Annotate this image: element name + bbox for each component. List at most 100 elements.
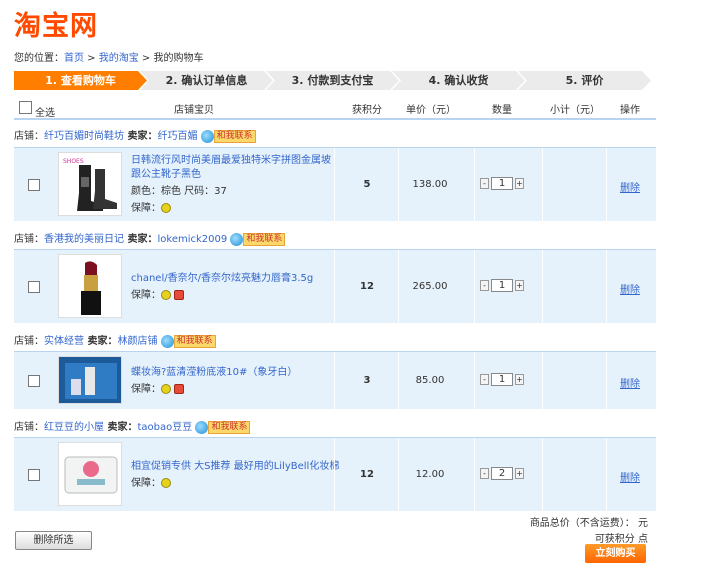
contact-seller-button[interactable]: 和我联系 <box>160 334 216 348</box>
column-divider <box>542 352 543 409</box>
shop-label: 店铺： <box>14 336 44 347</box>
delete-link[interactable]: 删除 <box>620 469 640 484</box>
genuine-guarantee-icon[interactable] <box>174 290 185 300</box>
seller-label: 卖家： <box>84 336 118 347</box>
points-summary: 可获积分 点 <box>594 534 648 545</box>
item-points: 12 <box>360 281 374 292</box>
contact-tag: 和我联系 <box>173 334 216 348</box>
contact-tag: 和我联系 <box>208 420 251 434</box>
col-qty: 数量 <box>492 105 512 116</box>
guarantee: 保障： <box>131 202 171 216</box>
guarantee: 保障： <box>131 477 171 491</box>
column-divider <box>474 352 475 409</box>
shop-line: 店铺：纤巧百媚时尚鞋坊 卖家：纤巧百媚 和我联系 <box>14 129 656 145</box>
product-title-link[interactable]: 蝶妆海?蓝清滢粉底液10#（象牙白） <box>131 366 341 380</box>
consumer-guarantee-icon[interactable] <box>161 290 171 300</box>
item-checkbox[interactable] <box>28 469 40 481</box>
wangwang-icon <box>160 334 174 348</box>
product-image-foundation[interactable] <box>58 356 122 404</box>
quantity-stepper: -2 + <box>480 467 524 480</box>
guarantee-label: 保障： <box>131 290 161 301</box>
shop-link[interactable]: 纤巧百媚时尚鞋坊 <box>44 131 124 142</box>
cart-item-row: chanel/香奈尔/香奈尔炫亮魅力唇膏3.5g 保障： 12 265.00 -… <box>14 249 656 323</box>
item-price: 12.00 <box>415 469 445 480</box>
contact-seller-button[interactable]: 和我联系 <box>195 420 251 434</box>
column-divider <box>474 438 475 511</box>
qty-decrease-button[interactable]: - <box>480 280 489 291</box>
item-price: 85.00 <box>415 375 445 386</box>
step-pay-alipay: 3. 付款到支付宝 <box>266 71 399 90</box>
taobao-logo[interactable]: 淘宝网 <box>14 4 98 43</box>
wangwang-icon <box>195 420 209 434</box>
consumer-guarantee-icon[interactable] <box>161 384 171 394</box>
qty-decrease-button[interactable]: - <box>480 468 489 479</box>
delete-selected-button[interactable]: 删除所选 <box>15 531 92 550</box>
item-checkbox[interactable] <box>28 375 40 387</box>
qty-increase-button[interactable]: + <box>515 374 524 385</box>
qty-increase-button[interactable]: + <box>515 280 524 291</box>
delete-link[interactable]: 删除 <box>620 179 640 194</box>
item-price: 138.00 <box>412 179 448 190</box>
col-points: 获积分 <box>352 105 382 116</box>
column-divider <box>474 148 475 221</box>
column-divider <box>542 438 543 511</box>
contact-seller-button[interactable]: 和我联系 <box>200 129 256 143</box>
consumer-guarantee-icon[interactable] <box>161 478 171 488</box>
svg-text:SHOES: SHOES <box>63 158 84 165</box>
product-title-link[interactable]: chanel/香奈尔/香奈尔炫亮魅力唇膏3.5g <box>131 272 341 286</box>
shop-link[interactable]: 实体经营 <box>44 336 84 347</box>
buy-now-button[interactable]: 立刻购买 <box>585 544 646 563</box>
qty-input[interactable]: 2 <box>491 467 513 480</box>
consumer-guarantee-icon[interactable] <box>161 203 171 213</box>
guarantee: 保障： <box>131 383 185 397</box>
column-divider <box>542 148 543 221</box>
breadcrumb-separator: > <box>84 53 99 64</box>
item-checkbox[interactable] <box>28 281 40 293</box>
seller-label: 卖家： <box>124 131 158 142</box>
shop-label: 店铺： <box>14 422 44 433</box>
item-points: 12 <box>360 469 374 480</box>
product-title-link[interactable]: 日韩流行风时尚美眉最爱独特米字拼图金属坡跟公主靴子黑色 <box>131 154 331 182</box>
qty-increase-button[interactable]: + <box>515 178 524 189</box>
shop-link[interactable]: 香港我的美丽日记 <box>44 234 124 245</box>
item-checkbox[interactable] <box>28 179 40 191</box>
column-divider <box>398 250 399 323</box>
product-image-lipstick[interactable] <box>58 254 122 318</box>
wangwang-icon <box>230 232 244 246</box>
breadcrumb-home-link[interactable]: 首页 <box>64 53 84 64</box>
guarantee-label: 保障： <box>131 478 161 489</box>
qty-decrease-button[interactable]: - <box>480 374 489 385</box>
qty-input[interactable]: 1 <box>491 373 513 386</box>
product-image-cotton-pads[interactable] <box>58 442 122 506</box>
seller-link[interactable]: 林颜店铺 <box>117 336 157 347</box>
qty-decrease-button[interactable]: - <box>480 178 489 189</box>
seller-link[interactable]: 纤巧百媚 <box>157 131 197 142</box>
seller-link[interactable]: taobao豆豆 <box>137 422 192 433</box>
delete-link[interactable]: 删除 <box>620 281 640 296</box>
quantity-stepper: -1 + <box>480 279 524 292</box>
column-divider <box>334 352 335 409</box>
col-price: 单价（元） <box>406 105 456 116</box>
shop-link[interactable]: 红豆豆的小屋 <box>44 422 104 433</box>
quantity-stepper: -1 + <box>480 177 524 190</box>
product-image-boots[interactable]: SHOES <box>58 152 122 216</box>
qty-increase-button[interactable]: + <box>515 468 524 479</box>
contact-tag: 和我联系 <box>213 129 256 143</box>
step-confirm-receipt: 4. 确认收货 <box>392 71 525 90</box>
genuine-guarantee-icon[interactable] <box>174 384 185 394</box>
breadcrumb-current: 我的购物车 <box>153 53 204 64</box>
column-divider <box>606 438 607 511</box>
column-divider <box>606 250 607 323</box>
product-title-link[interactable]: 相宜促销专供 大S推荐 最好用的LilyBell化妆棉 <box>131 460 341 474</box>
breadcrumb-prefix: 您的位置： <box>14 53 64 64</box>
seller-link[interactable]: lokemick2009 <box>157 234 227 245</box>
breadcrumb-mytaobao-link[interactable]: 我的淘宝 <box>99 53 139 64</box>
shop-line: 店铺：香港我的美丽日记 卖家：lokemick2009 和我联系 <box>14 232 656 248</box>
delete-link[interactable]: 删除 <box>620 375 640 390</box>
select-all-label: 全选 <box>35 108 55 119</box>
contact-seller-button[interactable]: 和我联系 <box>230 232 286 246</box>
qty-input[interactable]: 1 <box>491 279 513 292</box>
qty-input[interactable]: 1 <box>491 177 513 190</box>
wangwang-icon <box>200 129 214 143</box>
checkout-steps: 1. 查看购物车 2. 确认订单信息 3. 付款到支付宝 4. 确认收货 5. … <box>14 71 644 90</box>
